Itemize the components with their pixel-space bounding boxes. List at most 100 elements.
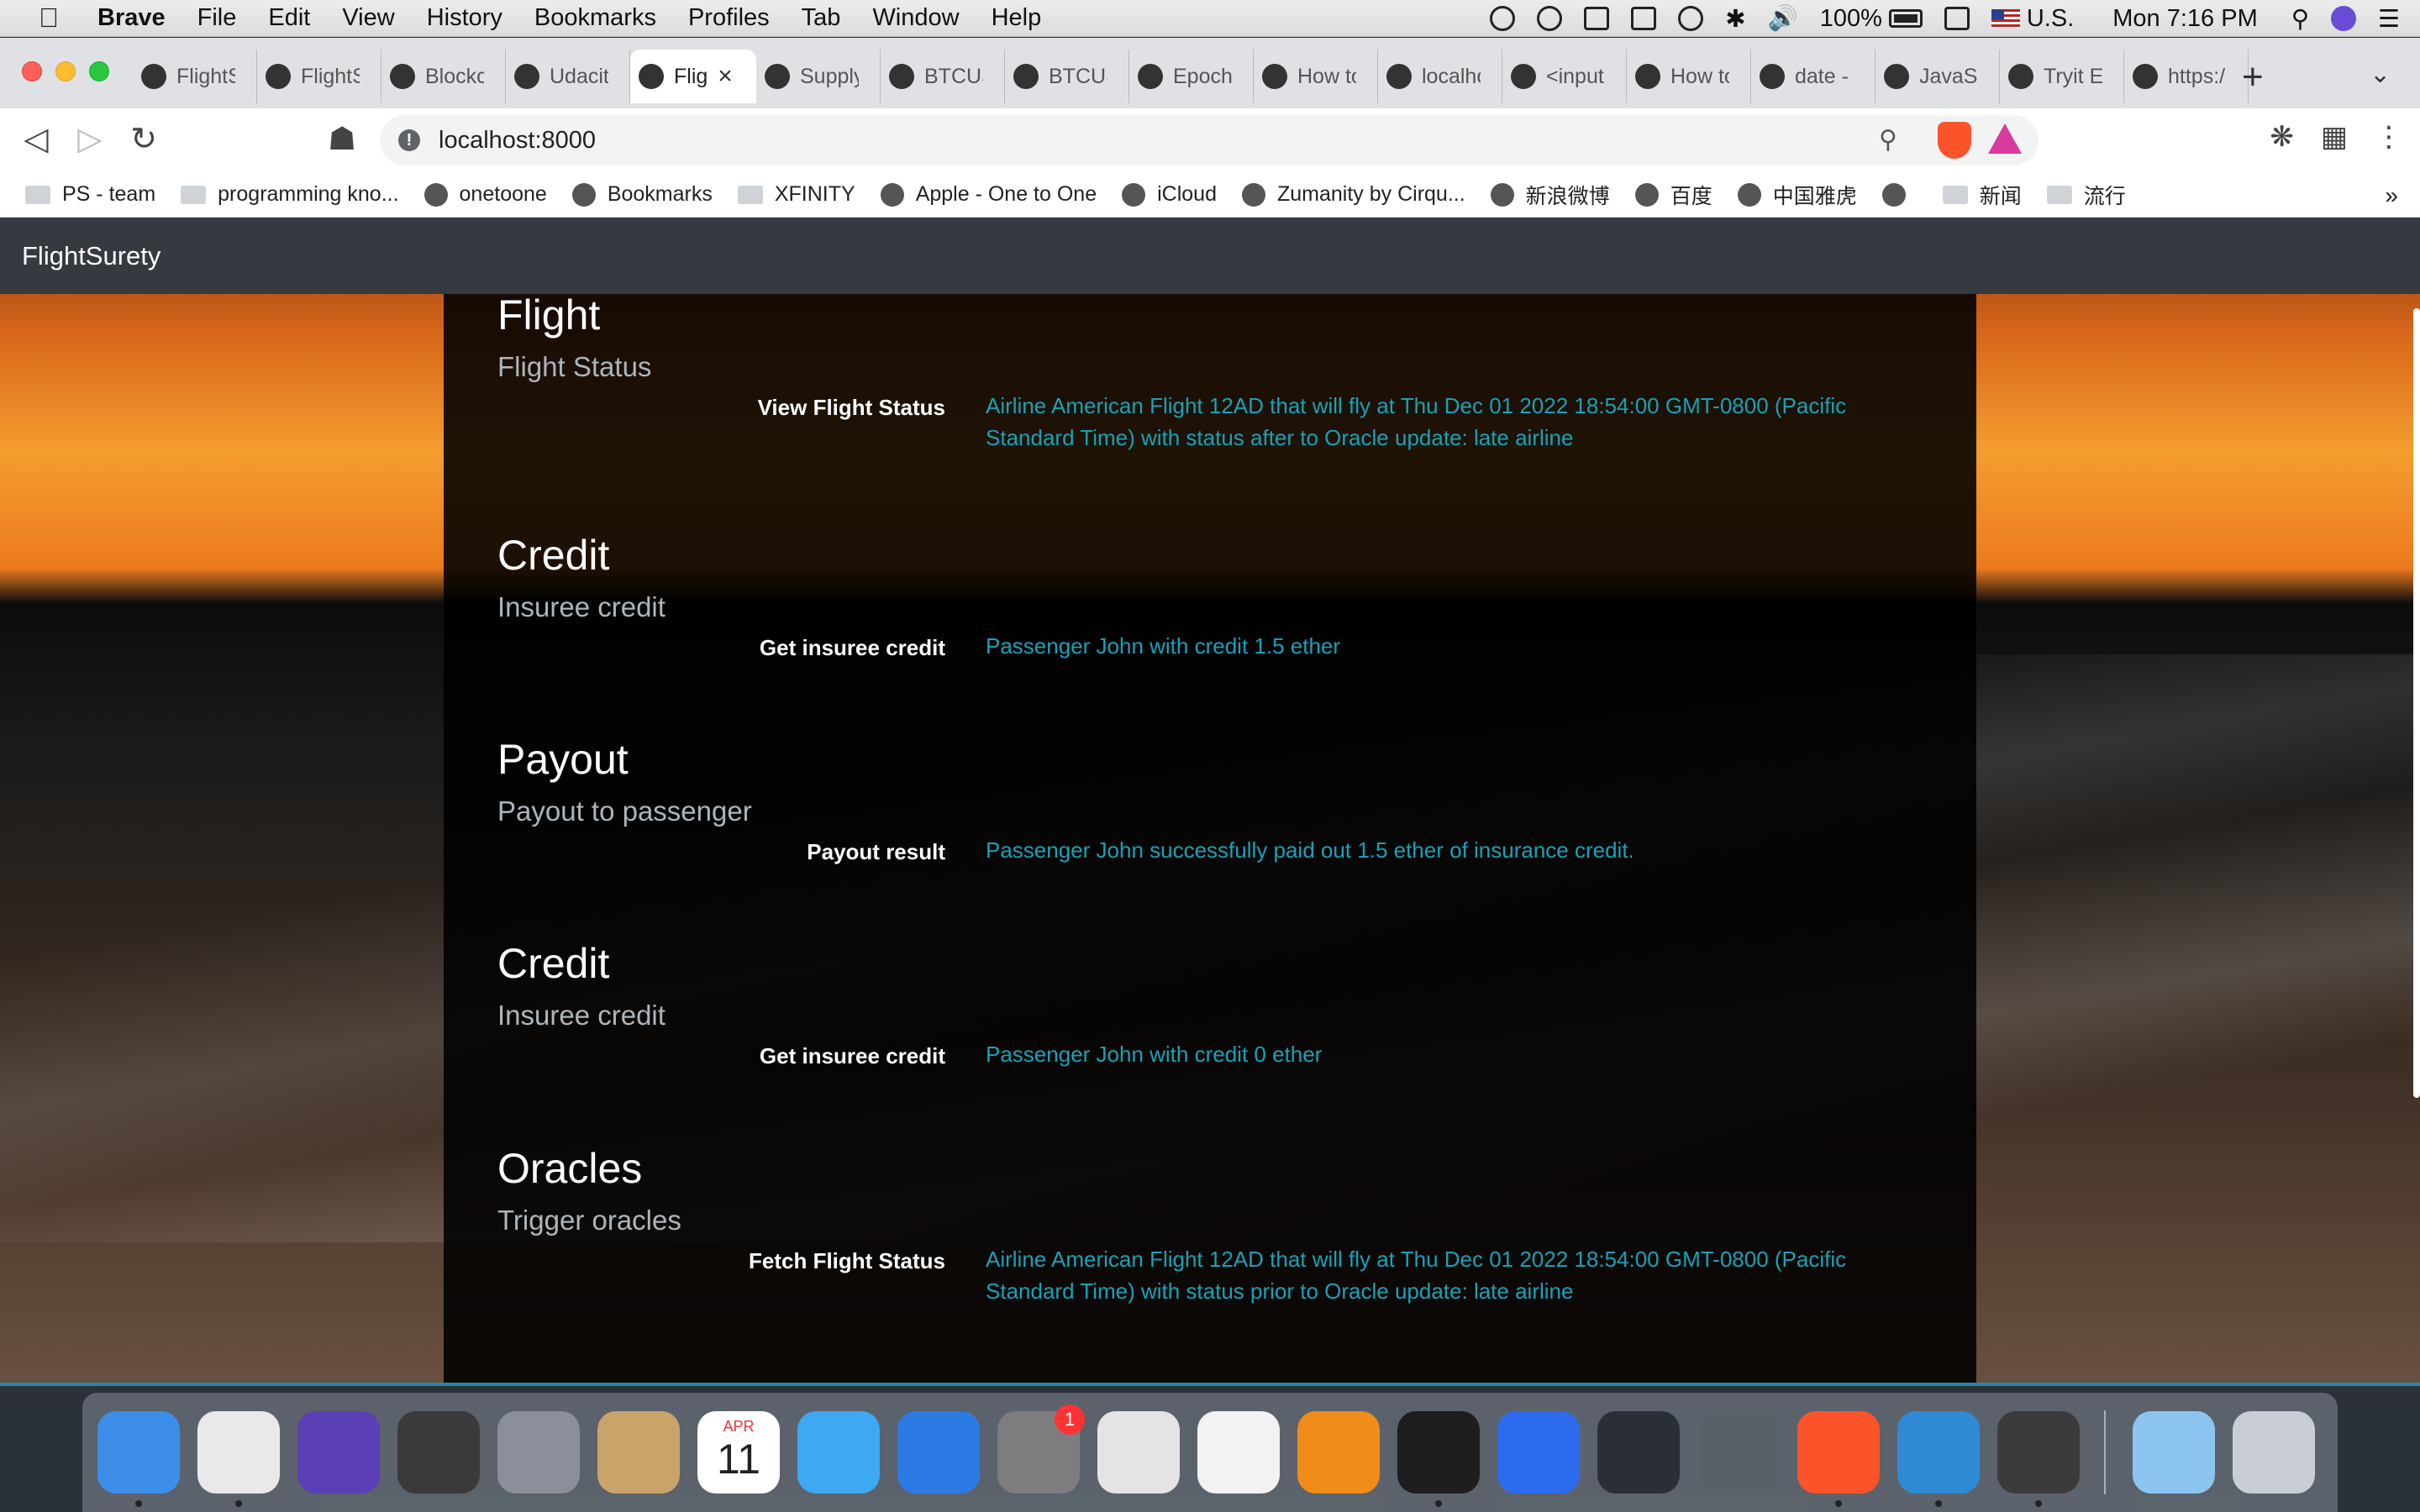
brave-shields-icon[interactable] xyxy=(1938,122,1971,159)
status-shield-icon[interactable] xyxy=(1584,7,1610,30)
app-brand[interactable]: FlightSurety xyxy=(22,241,160,271)
dock-keynote-icon[interactable] xyxy=(897,1411,980,1494)
menu-bookmarks[interactable]: Bookmarks xyxy=(534,4,656,32)
dock-system-preferences-icon[interactable]: 1 xyxy=(997,1404,1085,1494)
input-source[interactable]: U.S. xyxy=(1991,5,2074,33)
menu-profiles[interactable]: Profiles xyxy=(688,4,770,32)
bookmark-item[interactable]: Zumanity by Cirqu... xyxy=(1241,182,1465,207)
tab[interactable]: Tryit E xyxy=(2000,50,2124,103)
bookmark-item[interactable]: 流行 xyxy=(2046,180,2126,210)
dock-photos-icon[interactable] xyxy=(1197,1411,1280,1494)
tab[interactable]: Epoch xyxy=(1129,50,1254,103)
bookmark-item[interactable]: 新浪微博 xyxy=(1490,180,1610,210)
tab[interactable]: Udacit xyxy=(506,50,630,103)
tab[interactable]: https:/ xyxy=(2124,50,2249,103)
tab[interactable]: date - xyxy=(1751,50,1876,103)
bookmark-item[interactable]: programming kno... xyxy=(181,182,399,207)
new-tab-button[interactable]: + xyxy=(2242,56,2264,98)
onepassword-icon[interactable] xyxy=(1537,6,1563,31)
bookmark-item[interactable]: onetoone xyxy=(424,182,547,207)
time-machine-icon[interactable] xyxy=(1678,6,1704,31)
bookmark-item[interactable]: 新闻 xyxy=(1942,180,2022,210)
browser-menu-icon[interactable]: ⋮ xyxy=(2375,120,2403,154)
tab[interactable]: How to xyxy=(1254,50,1378,103)
battery-status[interactable]: 100% xyxy=(1820,5,1923,33)
dock-finder-icon[interactable] xyxy=(97,1411,180,1507)
reload-button[interactable]: ↻ xyxy=(124,120,163,159)
window-minimize-button[interactable] xyxy=(55,61,76,81)
menu-edit[interactable]: Edit xyxy=(268,4,310,32)
bookmark-item[interactable]: Bookmarks xyxy=(571,182,713,207)
volume-icon[interactable]: 🔊 xyxy=(1768,4,1798,33)
tab[interactable]: How to xyxy=(1627,50,1751,103)
tab[interactable]: FlightS xyxy=(133,50,257,103)
tab[interactable]: BTCUS xyxy=(881,50,1005,103)
zoom-icon[interactable]: ⚲ xyxy=(1879,125,1897,155)
dock-signal-icon[interactable] xyxy=(1497,1411,1580,1494)
dock-sync-icon[interactable] xyxy=(1597,1411,1680,1494)
address-url[interactable]: localhost:8000 xyxy=(439,127,596,155)
bookmark-item[interactable]: 百度 xyxy=(1634,180,1712,210)
bookmark-item[interactable]: XFINITY xyxy=(737,182,855,207)
apple-menu-icon[interactable]:  xyxy=(32,3,66,34)
tab[interactable]: JavaSc xyxy=(1876,50,2000,103)
tab-active[interactable]: Flig × xyxy=(630,50,756,103)
tab-search-chevron-icon[interactable]: ⌄ xyxy=(2370,60,2391,89)
menu-tab[interactable]: Tab xyxy=(802,4,841,32)
menu-app-name[interactable]: Brave xyxy=(97,4,166,32)
siri-icon[interactable] xyxy=(2331,6,2356,31)
dock-sublime-text-icon[interactable] xyxy=(1997,1411,2080,1507)
dock-mail-icon[interactable] xyxy=(597,1411,680,1494)
dock-calendar-icon[interactable]: APR 11 xyxy=(697,1411,780,1494)
bluetooth-icon[interactable]: ✱ xyxy=(1725,4,1745,34)
bookmark-page-icon[interactable]: ☗ xyxy=(323,120,361,159)
tab[interactable]: <input xyxy=(1502,50,1627,103)
brave-rewards-icon[interactable] xyxy=(1988,123,2022,154)
tab[interactable]: Supply xyxy=(756,50,881,103)
site-info-icon[interactable]: ! xyxy=(398,129,420,151)
tab-close-icon[interactable]: × xyxy=(718,62,733,91)
address-bar[interactable]: ! localhost:8000 ⚲ xyxy=(380,115,2039,165)
tab[interactable]: Blockc xyxy=(381,50,506,103)
dock-siri-icon[interactable] xyxy=(297,1411,380,1494)
dock-terminal-icon[interactable] xyxy=(1397,1411,1480,1507)
bookmark-item[interactable]: 中国雅虎 xyxy=(1737,180,1857,210)
dock-preview-icon[interactable] xyxy=(1097,1411,1180,1494)
extensions-icon[interactable]: ❋ xyxy=(2270,120,2294,154)
status-item-icon[interactable] xyxy=(1490,6,1516,31)
menu-view[interactable]: View xyxy=(342,4,394,32)
back-button[interactable]: ◁ xyxy=(17,120,55,159)
evernote-icon[interactable] xyxy=(1631,7,1657,30)
bookmarks-overflow-icon[interactable]: » xyxy=(2385,182,2398,209)
menu-history[interactable]: History xyxy=(427,4,502,32)
dock-activity-monitor-icon[interactable] xyxy=(397,1411,480,1494)
menu-help[interactable]: Help xyxy=(992,4,1042,32)
dock-vs-code-icon[interactable] xyxy=(1897,1411,1980,1507)
spotlight-search-icon[interactable]: ⚲ xyxy=(2291,4,2309,34)
dock-brave-icon[interactable] xyxy=(1797,1411,1880,1507)
window-zoom-button[interactable] xyxy=(89,61,109,81)
notification-center-icon[interactable]: ☰ xyxy=(2378,4,2400,34)
result-label[interactable]: Fetch Flight Status xyxy=(497,1248,945,1274)
dock-applications-folder-icon[interactable] xyxy=(2133,1411,2215,1494)
bookmark-item[interactable] xyxy=(1881,182,1918,207)
bookmark-item[interactable]: PS - team xyxy=(25,182,155,207)
dock-launchpad-icon[interactable] xyxy=(497,1411,580,1494)
menu-file[interactable]: File xyxy=(197,4,237,32)
dock-chrome-icon[interactable] xyxy=(197,1411,280,1507)
wallet-icon[interactable]: ▦ xyxy=(2321,120,2348,154)
dock-messages-icon[interactable] xyxy=(797,1411,880,1494)
forward-button[interactable]: ▷ xyxy=(71,120,109,159)
page-scrollbar[interactable] xyxy=(2413,308,2420,1098)
dock-trash-icon[interactable] xyxy=(2233,1411,2315,1494)
bookmark-item[interactable]: iCloud xyxy=(1122,182,1217,207)
dock-books-icon[interactable] xyxy=(1297,1411,1380,1494)
window-close-button[interactable] xyxy=(22,61,42,81)
tab[interactable]: FlightS xyxy=(257,50,381,103)
dock-help-icon[interactable] xyxy=(1697,1411,1780,1494)
menu-window[interactable]: Window xyxy=(872,4,959,32)
airplay-icon[interactable] xyxy=(1944,7,1970,30)
tab[interactable]: localho xyxy=(1378,50,1502,103)
tab[interactable]: BTCUS xyxy=(1005,50,1129,103)
bookmark-item[interactable]: Apple - One to One xyxy=(880,182,1097,207)
